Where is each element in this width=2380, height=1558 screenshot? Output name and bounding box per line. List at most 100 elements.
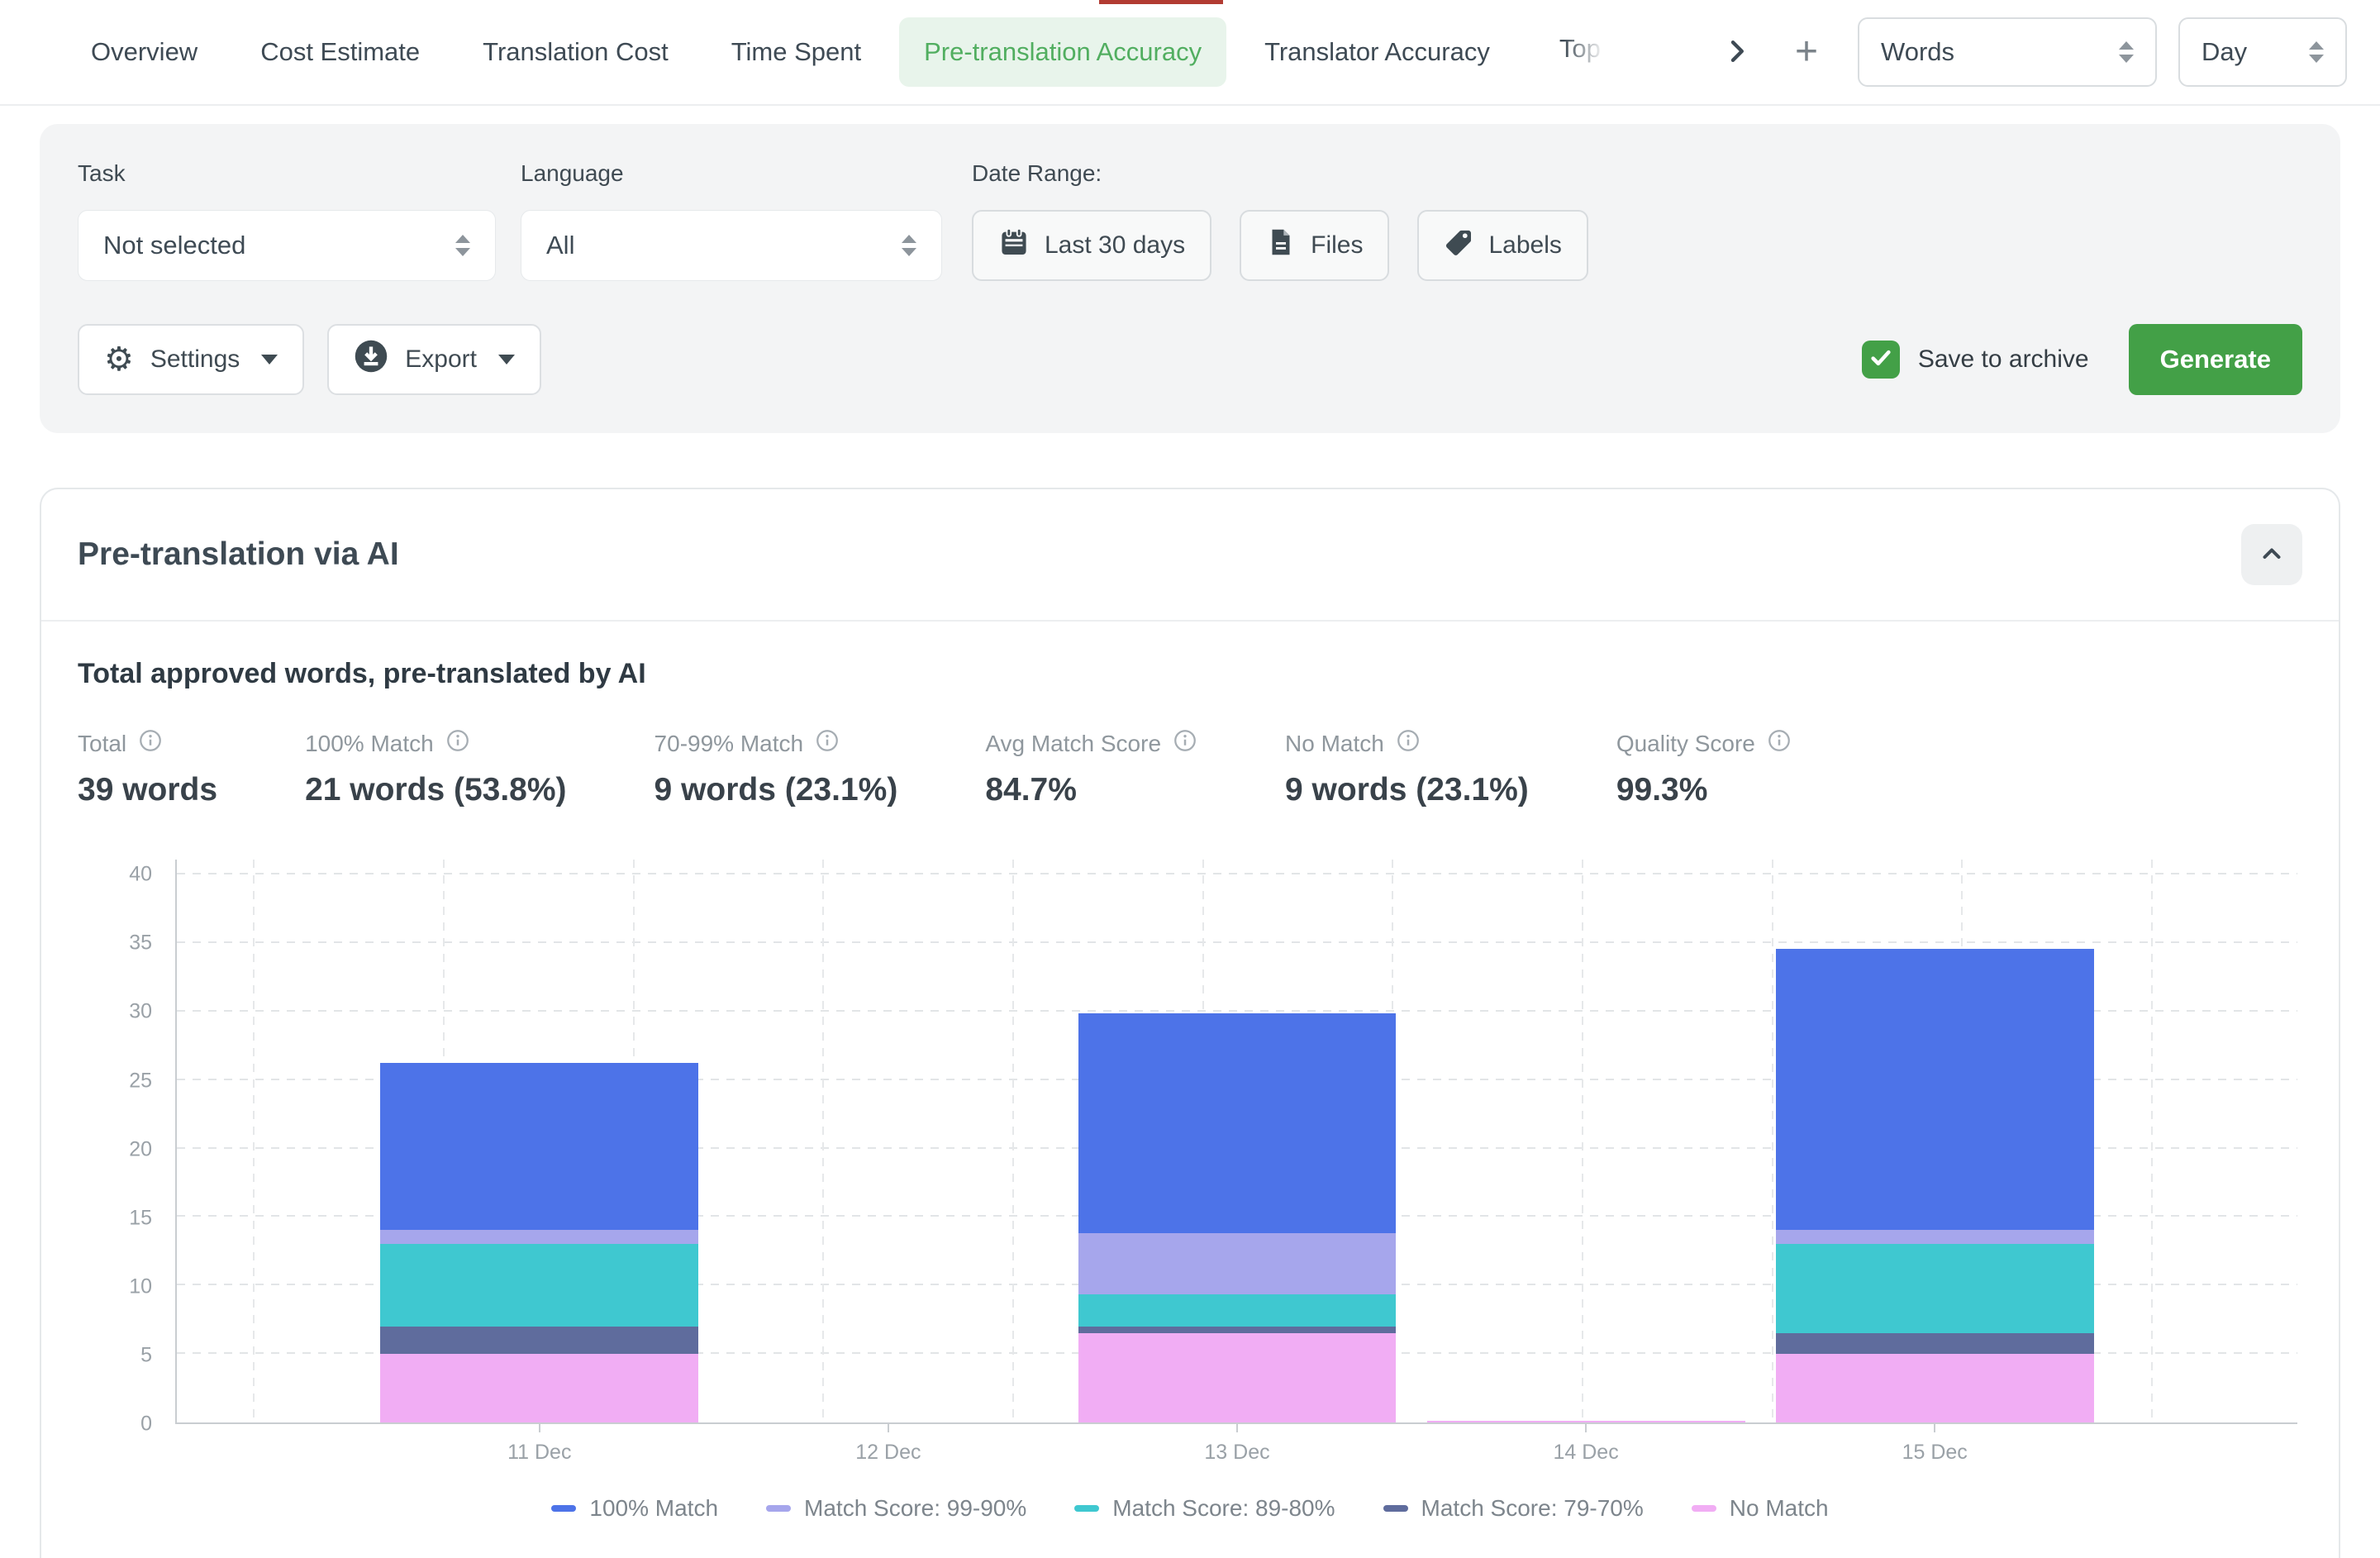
legend-item-100-match[interactable]: 100% Match — [551, 1495, 718, 1522]
select-arrows-icon — [902, 235, 916, 256]
tabs-scroll-right-button[interactable] — [1712, 26, 1762, 79]
legend-item-match-score-99-90[interactable]: Match Score: 99-90% — [766, 1495, 1026, 1522]
stat-label: Quality Score — [1616, 731, 1755, 757]
stat-100-match: 100% Match21 words (53.8%) — [305, 728, 566, 808]
save-to-archive-label[interactable]: Save to archive — [1918, 345, 2089, 374]
legend-label: Match Score: 79-70% — [1421, 1495, 1644, 1522]
y-tick-label: 25 — [129, 1069, 152, 1093]
stat-label-row: Total — [78, 728, 217, 759]
period-select-value: Day — [2202, 37, 2247, 67]
bar-segment-no-match — [1078, 1333, 1397, 1422]
date-range-value: Last 30 days — [1045, 231, 1185, 260]
y-tick-label: 10 — [129, 1275, 152, 1298]
period-select[interactable]: Day — [2178, 17, 2347, 87]
bar-segment-match-score-89-80 — [380, 1244, 698, 1327]
info-icon[interactable] — [815, 728, 840, 759]
bar-segment-no-match — [1427, 1421, 1745, 1422]
labels-filter-button[interactable]: Labels — [1417, 210, 1587, 281]
generate-button[interactable]: Generate — [2129, 324, 2302, 395]
bar-segment-100-match — [1776, 949, 2094, 1231]
task-select-value: Not selected — [103, 231, 245, 260]
tab-cost-estimate[interactable]: Cost Estimate — [236, 17, 445, 87]
collapse-card-button[interactable] — [2241, 524, 2302, 585]
stat-value: 99.3% — [1616, 772, 1792, 808]
legend-swatch — [1383, 1505, 1408, 1512]
bar-segment-match-score-79-70 — [1078, 1327, 1397, 1333]
bar-segment-match-score-79-70 — [1776, 1333, 2094, 1354]
h-gridline — [177, 941, 2297, 943]
browser-loading-indicator — [1099, 0, 1223, 4]
date-range-label: Date Range: — [972, 160, 1588, 187]
file-icon — [1266, 227, 1296, 264]
export-button[interactable]: Export — [327, 324, 541, 395]
info-icon[interactable] — [1396, 728, 1421, 759]
h-gridline — [177, 873, 2297, 874]
info-icon[interactable] — [1173, 728, 1197, 759]
filter-panel: Task Not selected Language All Date Rang… — [40, 124, 2340, 433]
tab-pre-translation-accuracy[interactable]: Pre-translation Accuracy — [899, 17, 1226, 87]
info-icon[interactable] — [445, 728, 470, 759]
stat-quality-score: Quality Score 99.3% — [1616, 728, 1792, 808]
stat-total: Total39 words — [78, 728, 217, 808]
language-filter-group: Language All — [521, 160, 972, 281]
settings-button[interactable]: ⚙ Settings — [78, 324, 304, 395]
legend-item-match-score-89-80[interactable]: Match Score: 89-80% — [1074, 1495, 1335, 1522]
task-filter-group: Task Not selected — [78, 160, 521, 281]
chart-bar-13-dec — [1078, 1013, 1397, 1422]
unit-select[interactable]: Words — [1858, 17, 2157, 87]
legend-label: 100% Match — [589, 1495, 718, 1522]
select-arrows-icon — [455, 235, 470, 256]
save-to-archive-checkbox[interactable] — [1862, 341, 1900, 379]
add-report-tab-button[interactable]: + — [1787, 24, 1826, 80]
stat-label-row: 100% Match — [305, 728, 566, 759]
bar-segment-match-score-89-80 — [1078, 1294, 1397, 1326]
legend-label: Match Score: 89-80% — [1112, 1495, 1335, 1522]
chevron-right-icon — [1721, 35, 1754, 70]
legend-swatch — [1074, 1505, 1099, 1512]
bar-segment-match-score-99-90 — [380, 1230, 698, 1244]
stat-avg-match-score: Avg Match Score84.7% — [985, 728, 1197, 808]
legend-label: No Match — [1730, 1495, 1829, 1522]
files-filter-button[interactable]: Files — [1240, 210, 1389, 281]
legend-label: Match Score: 99-90% — [804, 1495, 1026, 1522]
tab-label: Overview — [91, 37, 198, 66]
info-icon[interactable] — [138, 728, 163, 759]
stat-value: 9 words (23.1%) — [654, 772, 898, 808]
stat-value: 9 words (23.1%) — [1285, 772, 1529, 808]
task-select[interactable]: Not selected — [78, 210, 496, 281]
section-title: Total approved words, pre-translated by … — [78, 658, 2302, 690]
info-icon[interactable] — [1767, 728, 1792, 759]
language-select[interactable]: All — [521, 210, 942, 281]
x-tick-label: 13 Dec — [1204, 1441, 1269, 1465]
bar-segment-no-match — [1776, 1354, 2094, 1422]
legend-item-match-score-79-70[interactable]: Match Score: 79-70% — [1383, 1495, 1644, 1522]
tab-time-spent[interactable]: Time Spent — [707, 17, 886, 87]
y-tick-label: 20 — [129, 1137, 152, 1161]
x-tick — [888, 1422, 889, 1432]
report-card: Pre-translation via AI Total approved wo… — [40, 488, 2340, 1558]
tab-label: Pre-translation Accuracy — [924, 37, 1202, 66]
tab-overview[interactable]: Overview — [66, 17, 222, 87]
stat-label: Total — [78, 731, 126, 757]
settings-button-label: Settings — [150, 345, 240, 374]
stats-row: Total39 words100% Match21 words (53.8%)7… — [78, 728, 2302, 808]
v-gridline — [1582, 860, 1583, 1422]
date-range-button[interactable]: Last 30 days — [972, 210, 1211, 281]
bar-segment-match-score-99-90 — [1776, 1230, 2094, 1244]
files-button-label: Files — [1311, 231, 1363, 260]
calendar-icon — [998, 226, 1030, 264]
x-tick-label: 12 Dec — [855, 1441, 921, 1465]
v-gridline — [822, 860, 824, 1422]
stat-label: Avg Match Score — [985, 731, 1161, 757]
legend-item-no-match[interactable]: No Match — [1692, 1495, 1829, 1522]
stat-label-row: No Match — [1285, 728, 1529, 759]
y-tick-label: 0 — [140, 1413, 152, 1437]
tab-translation-cost[interactable]: Translation Cost — [458, 17, 693, 87]
tab-translator-accuracy[interactable]: Translator Accuracy — [1240, 17, 1515, 87]
language-select-value: All — [546, 231, 574, 260]
y-tick-label: 35 — [129, 931, 152, 955]
check-icon — [1868, 345, 1893, 374]
tab-top[interactable]: Top — [1528, 14, 1632, 90]
card-title: Pre-translation via AI — [78, 536, 399, 573]
y-tick-label: 5 — [140, 1343, 152, 1367]
